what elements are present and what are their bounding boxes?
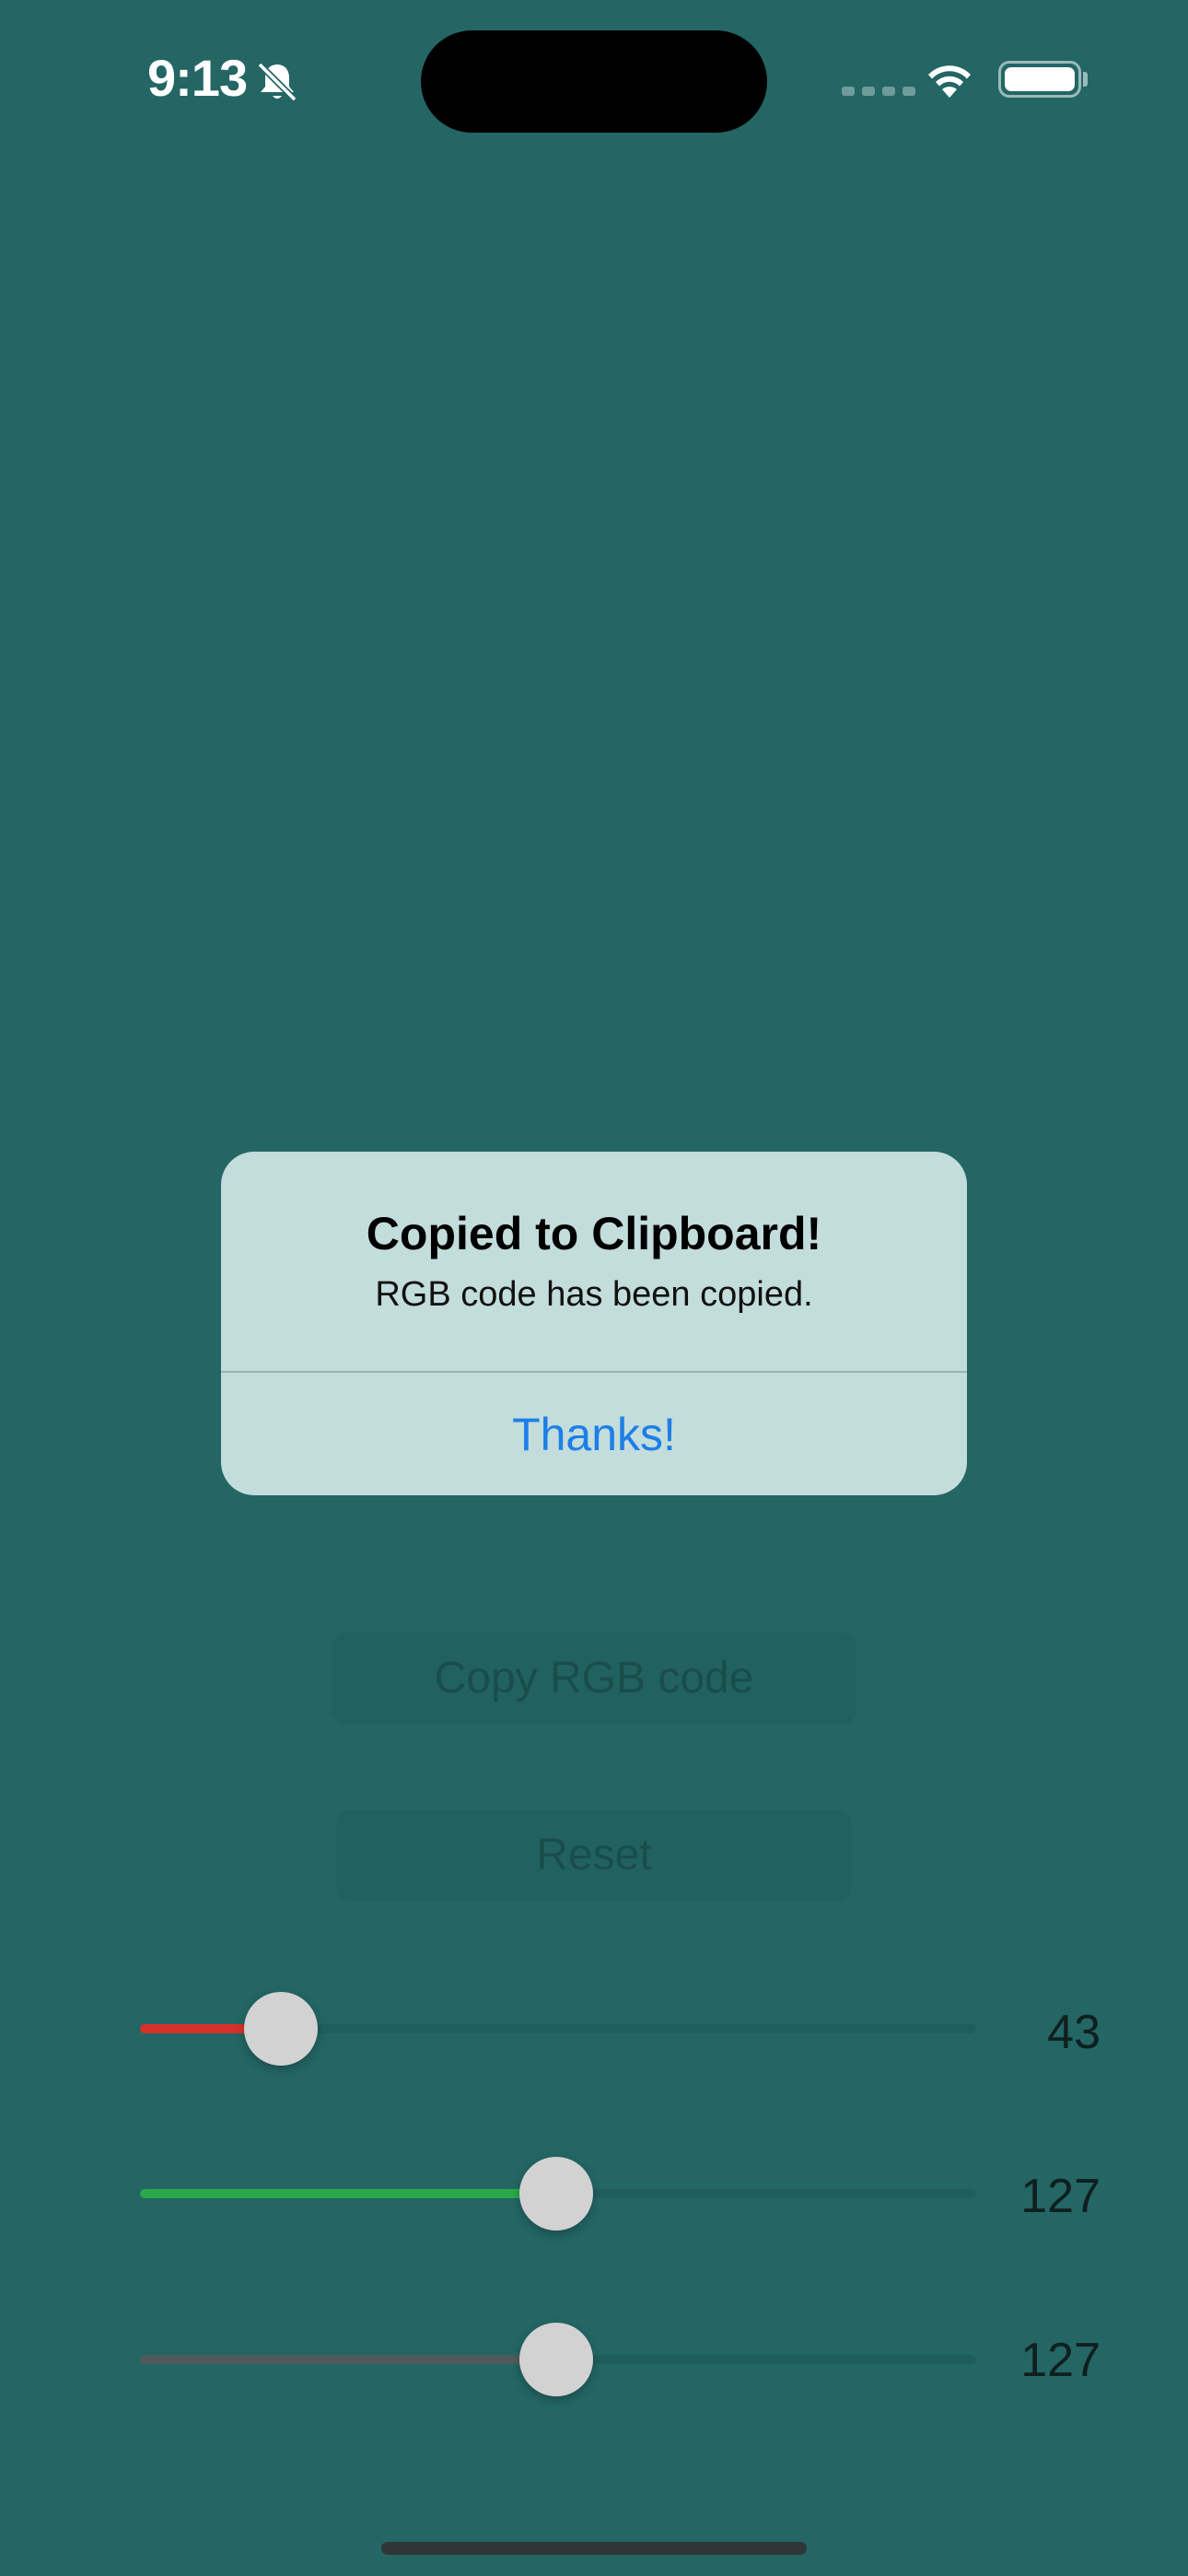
battery-icon [998,61,1081,98]
slider-thumb[interactable] [519,2157,593,2231]
copy-rgb-button[interactable]: Copy RGB code [332,1633,856,1725]
home-indicator[interactable] [381,2542,807,2555]
slider-fill [140,2189,556,2198]
wifi-icon [928,65,971,98]
alert-message: RGB code has been copied. [375,1275,813,1314]
cellular-signal-icon [842,87,915,96]
battery-cap [1083,72,1088,87]
red-value: 43 [1047,2006,1101,2059]
slider-thumb[interactable] [519,2323,593,2396]
blue-slider[interactable] [140,2318,976,2401]
reset-button[interactable]: Reset [336,1809,852,1902]
bell-slash-icon [257,62,297,102]
green-slider[interactable] [140,2152,976,2235]
red-slider[interactable] [140,1987,976,2070]
alert-title: Copied to Clipboard! [366,1208,822,1259]
slider-thumb[interactable] [244,1992,318,2066]
slider-fill [140,2355,556,2364]
status-time: 9:13 [147,49,248,107]
alert-dialog: Copied to Clipboard! RGB code has been c… [221,1152,967,1495]
blue-value: 127 [1020,2334,1101,2387]
dynamic-island [421,30,767,133]
thanks-button[interactable]: Thanks! [221,1373,967,1495]
green-value: 127 [1020,2170,1101,2223]
